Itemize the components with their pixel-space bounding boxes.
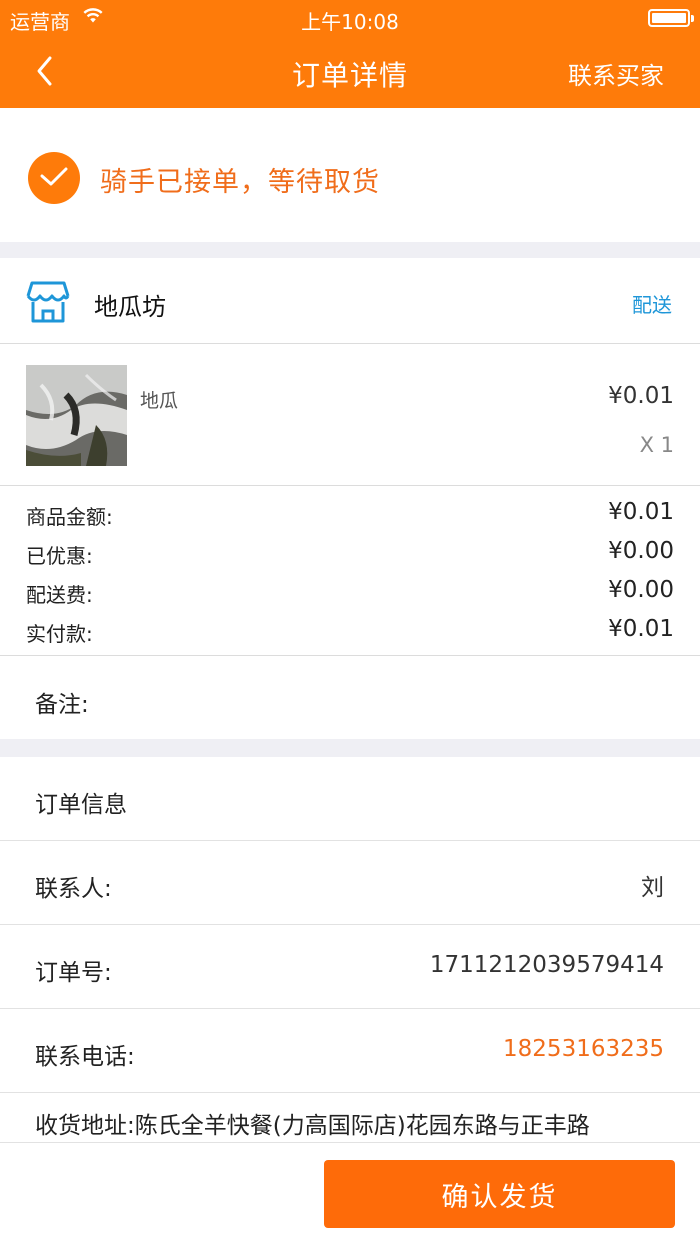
summary-row-delivery-fee: 配送费: ¥0.00 [0, 577, 700, 609]
summary-label: 实付款: [26, 622, 93, 646]
remark-row: 备注: [0, 657, 700, 739]
product-name: 地瓜 [140, 390, 179, 412]
battery-icon [648, 9, 694, 27]
address-value: 陈氏全羊快餐(力高国际店)花园东路与正丰路 [134, 1113, 590, 1139]
nav-bar: 订单详情 联系买家 [0, 36, 700, 108]
summary-value: ¥0.01 [608, 616, 674, 642]
order-number-row: 订单号: 1711212039579414 [0, 925, 700, 1009]
address-text: 收货地址:陈氏全羊快餐(力高国际店)花园东路与正丰路 [35, 1106, 590, 1140]
product-price: ¥0.01 [608, 383, 674, 409]
summary-row-paid: 实付款: ¥0.01 [0, 616, 700, 648]
summary-label: 配送费: [26, 583, 93, 607]
order-status-text: 骑手已接单，等待取货 [100, 167, 380, 198]
price-summary: 商品金额: ¥0.01 已优惠: ¥0.00 配送费: ¥0.00 实付款: ¥… [0, 487, 700, 656]
summary-value: ¥0.01 [608, 499, 674, 525]
status-time: 上午10:08 [301, 10, 399, 34]
order-info-heading-row: 订单信息 [0, 757, 700, 841]
summary-row-goods-amount: 商品金额: ¥0.01 [0, 499, 700, 531]
contact-person-row: 联系人: 刘 [0, 841, 700, 925]
summary-label: 已优惠: [26, 544, 93, 568]
contact-person-label: 联系人: [35, 876, 112, 902]
bottom-action-bar: 确认发货 [0, 1142, 700, 1244]
delivery-tag: 配送 [632, 293, 672, 317]
section-divider [0, 739, 700, 757]
order-info-heading: 订单信息 [35, 792, 127, 818]
product-quantity: X 1 [639, 433, 674, 457]
order-status-section: 骑手已接单，等待取货 [0, 108, 700, 242]
check-circle-icon [28, 152, 80, 204]
address-label: 收货地址: [35, 1113, 135, 1139]
product-row[interactable]: 地瓜 ¥0.01 X 1 [0, 345, 700, 486]
confirm-shipment-button[interactable]: 确认发货 [324, 1160, 675, 1228]
address-row: 收货地址:陈氏全羊快餐(力高国际店)花园东路与正丰路 [0, 1094, 700, 1142]
phone-label: 联系电话: [35, 1044, 135, 1070]
section-divider [0, 242, 700, 258]
remark-label: 备注: [35, 692, 89, 718]
phone-number-link[interactable]: 18253163235 [503, 1036, 664, 1062]
shop-row: 地瓜坊 配送 [0, 258, 700, 344]
product-image [26, 365, 127, 466]
shop-icon [26, 281, 70, 323]
summary-value: ¥0.00 [608, 538, 674, 564]
contact-person-value: 刘 [641, 875, 664, 901]
phone-row: 联系电话: 18253163235 [0, 1009, 700, 1093]
order-number-value: 1711212039579414 [429, 952, 664, 978]
summary-row-discount: 已优惠: ¥0.00 [0, 538, 700, 570]
shop-name: 地瓜坊 [94, 293, 166, 321]
summary-value: ¥0.00 [608, 577, 674, 603]
summary-label: 商品金额: [26, 505, 113, 529]
contact-buyer-button[interactable]: 联系买家 [568, 56, 664, 91]
order-number-label: 订单号: [35, 960, 112, 986]
status-bar: 运营商 上午10:08 [0, 0, 700, 36]
app-header: 运营商 上午10:08 订单详情 联系买家 [0, 0, 700, 108]
